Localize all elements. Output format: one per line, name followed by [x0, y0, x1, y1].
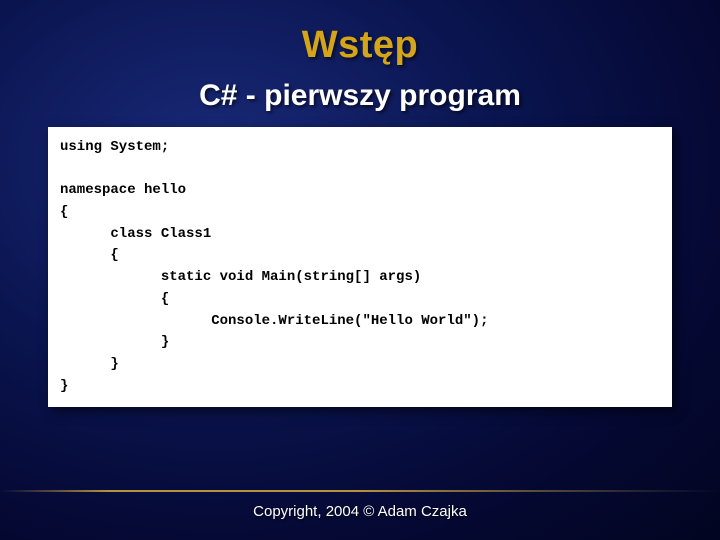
- divider-line: [0, 490, 720, 492]
- code-listing: using System; namespace hello { class Cl…: [60, 137, 660, 397]
- slide-subtitle: C# - pierwszy program: [0, 79, 720, 113]
- copyright-footer: Copyright, 2004 © Adam Czajka: [0, 503, 720, 520]
- slide-title: Wstęp: [0, 0, 720, 67]
- code-box: using System; namespace hello { class Cl…: [48, 127, 672, 407]
- slide: Wstęp C# - pierwszy program using System…: [0, 0, 720, 540]
